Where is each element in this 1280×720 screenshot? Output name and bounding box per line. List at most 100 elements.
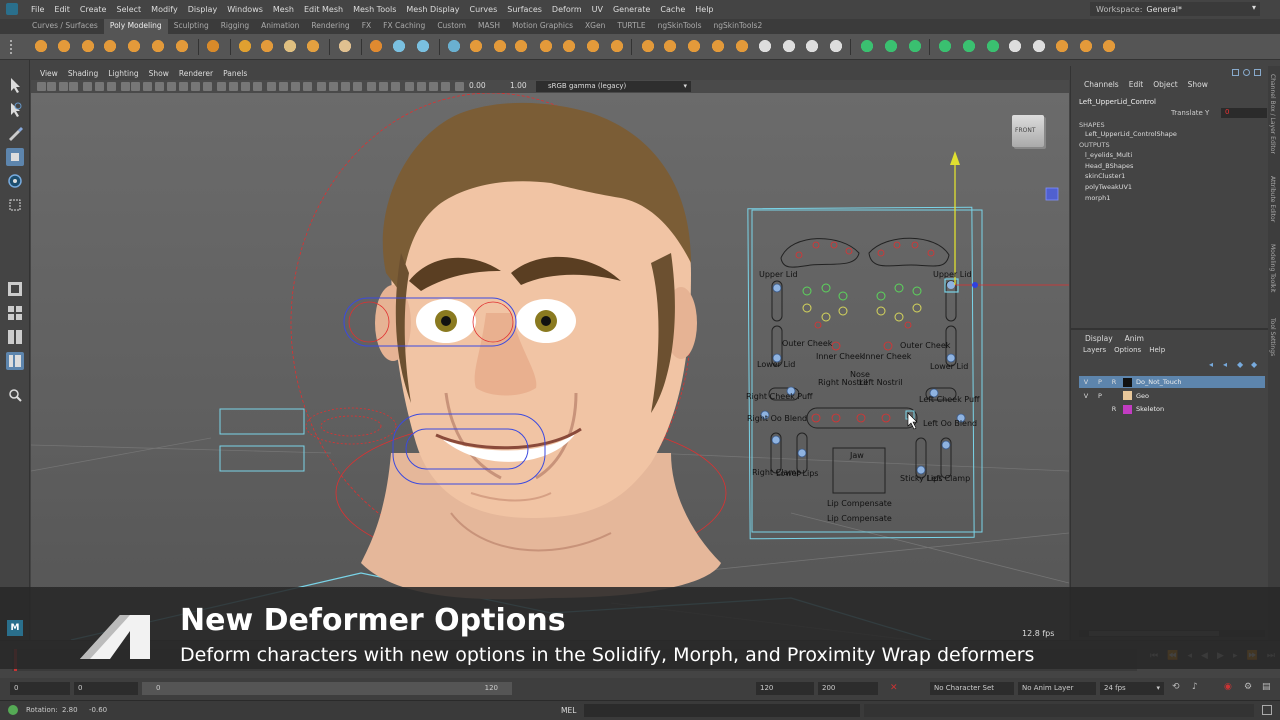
menu-curves[interactable]: Curves	[464, 5, 502, 14]
viewport-toolbar-button[interactable]	[179, 82, 188, 91]
viewport-menu-show[interactable]: Show	[144, 69, 174, 78]
layer-playback-toggle[interactable]: P	[1093, 378, 1107, 386]
viewport-toolbar-button[interactable]	[429, 82, 438, 91]
help-icon[interactable]	[8, 705, 18, 715]
viewport-toolbar-button[interactable]	[217, 82, 226, 91]
menu-surfaces[interactable]: Surfaces	[502, 5, 547, 14]
shelf-tool-icon[interactable]	[906, 38, 924, 56]
anim-layer-dropdown[interactable]: No Anim Layer	[1018, 682, 1096, 695]
range-bar[interactable]: 0 120	[142, 682, 512, 695]
menu-file[interactable]: File	[26, 5, 49, 14]
shelf-tab-ngskintools2[interactable]: ngSkinTools2	[708, 19, 769, 34]
pin-icon[interactable]	[1243, 69, 1250, 76]
layer-row[interactable]: R Skeleton	[1079, 403, 1265, 415]
auto-key-icon[interactable]: ◉	[1224, 682, 1232, 692]
shelf-tool-icon[interactable]	[204, 38, 222, 56]
paint-select-tool-icon[interactable]	[6, 124, 24, 142]
shelf-tool-icon[interactable]	[414, 38, 432, 56]
menu-cache[interactable]: Cache	[655, 5, 690, 14]
side-tab[interactable]: Tool Settings	[1269, 318, 1276, 356]
viewport-menu-view[interactable]: View	[35, 69, 63, 78]
shelf-tool-icon[interactable]	[661, 38, 679, 56]
output-node-item[interactable]: morph1	[1085, 194, 1110, 202]
move-tool-icon[interactable]	[6, 148, 24, 166]
viewport-toolbar-button[interactable]	[121, 82, 130, 91]
menu-windows[interactable]: Windows	[222, 5, 268, 14]
viewport-toolbar-button[interactable]	[95, 82, 104, 91]
max-frame-field[interactable]: 200	[818, 682, 878, 695]
shelf-tool-icon[interactable]	[1006, 38, 1024, 56]
loop-icon[interactable]: ⟲	[1172, 682, 1180, 692]
shelf-tab-animation[interactable]: Animation	[255, 19, 305, 34]
viewport-menu-panels[interactable]: Panels	[218, 69, 252, 78]
viewport-toolbar-button[interactable]	[367, 82, 376, 91]
shelf-tool-icon[interactable]	[101, 38, 119, 56]
shelf-tool-icon[interactable]	[639, 38, 657, 56]
lasso-tool-icon[interactable]	[6, 100, 24, 118]
shelf-tab-xgen[interactable]: XGen	[579, 19, 611, 34]
shelf-tool-icon[interactable]	[236, 38, 254, 56]
viewport-toolbar-button[interactable]	[405, 82, 414, 91]
viewport-toolbar-button[interactable]	[37, 82, 46, 91]
viewport-toolbar-button[interactable]	[317, 82, 326, 91]
menu-uv[interactable]: UV	[587, 5, 608, 14]
layer-color-swatch[interactable]	[1123, 377, 1132, 387]
viewport-persp[interactable]: Upper Lid Upper Lid Outer Cheek Outer Cheek…	[31, 93, 1069, 640]
viewport-toolbar-button[interactable]	[143, 82, 152, 91]
shelf-tool-icon[interactable]	[1030, 38, 1048, 56]
menu-create[interactable]: Create	[75, 5, 112, 14]
shelf-tab-turtle[interactable]: TURTLE	[611, 19, 651, 34]
menu-help[interactable]: Help	[690, 5, 718, 14]
viewport-toolbar-button[interactable]	[241, 82, 250, 91]
workspace-selector[interactable]: Workspace: General* ▾	[1090, 2, 1260, 16]
shelf-tool-icon[interactable]	[336, 38, 354, 56]
fps-dropdown[interactable]: 24 fps ▾	[1100, 682, 1164, 695]
viewport-toolbar-button[interactable]	[107, 82, 116, 91]
key-icon[interactable]: ✕	[890, 683, 898, 693]
shelf-tool-icon[interactable]	[125, 38, 143, 56]
shelf-tab-rendering[interactable]: Rendering	[305, 19, 355, 34]
shelf-tool-icon[interactable]	[281, 38, 299, 56]
start-frame-field[interactable]: 0	[74, 682, 138, 695]
shelf-tab-custom[interactable]: Custom	[431, 19, 472, 34]
viewport-toolbar-button[interactable]	[253, 82, 262, 91]
shelf-tool-icon[interactable]	[756, 38, 774, 56]
layer-visibility-toggle[interactable]: V	[1079, 392, 1093, 400]
move-layer-down-icon[interactable]: ◂	[1223, 360, 1227, 369]
shelf-tool-icon[interactable]	[827, 38, 845, 56]
side-tab[interactable]: Modeling Toolkit	[1269, 244, 1276, 292]
translate-x-handle[interactable]	[972, 282, 978, 288]
channel-menu-object[interactable]: Object	[1148, 80, 1182, 94]
shelf-tool-icon[interactable]	[258, 38, 276, 56]
character-set-dropdown[interactable]: No Character Set	[930, 682, 1014, 695]
viewport-toolbar-button[interactable]	[391, 82, 400, 91]
four-view-icon[interactable]	[6, 304, 24, 322]
side-tab[interactable]: Attribute Editor	[1269, 176, 1276, 222]
layer-row[interactable]: V P R Do_Not_Touch	[1079, 376, 1265, 388]
viewport-menu-shading[interactable]: Shading	[63, 69, 103, 78]
float-icon[interactable]	[1254, 69, 1261, 76]
shape-item[interactable]: Left_UpperLid_ControlShape	[1085, 130, 1177, 138]
viewport-toolbar-button[interactable]	[203, 82, 212, 91]
shelf-tool-icon[interactable]	[858, 38, 876, 56]
channel-menu-show[interactable]: Show	[1183, 80, 1213, 94]
viewport-menu-lighting[interactable]: Lighting	[103, 69, 143, 78]
viewport-toolbar-button[interactable]	[267, 82, 276, 91]
viewport-toolbar-button[interactable]	[291, 82, 300, 91]
shelf-tool-icon[interactable]	[55, 38, 73, 56]
layer-playback-toggle[interactable]: P	[1093, 392, 1107, 400]
shelf-tool-icon[interactable]	[491, 38, 509, 56]
shelf-tab-fx-caching[interactable]: FX Caching	[377, 19, 431, 34]
menu-mesh-display[interactable]: Mesh Display	[401, 5, 464, 14]
view-cube[interactable]: FRONT	[1012, 115, 1044, 147]
attribute-value-field[interactable]: 0	[1221, 108, 1267, 118]
viewport-toolbar-button[interactable]	[441, 82, 450, 91]
sound-icon[interactable]: ♪	[1192, 682, 1198, 692]
shelf-tool-icon[interactable]	[685, 38, 703, 56]
side-tab[interactable]: Channel Box / Layer Editor	[1269, 74, 1276, 154]
shelf-tool-icon[interactable]	[780, 38, 798, 56]
shelf-tool-icon[interactable]	[608, 38, 626, 56]
outliner-view-icon[interactable]	[6, 352, 24, 370]
gamma-value[interactable]: 1.00	[510, 81, 527, 90]
menu-display[interactable]: Display	[183, 5, 223, 14]
